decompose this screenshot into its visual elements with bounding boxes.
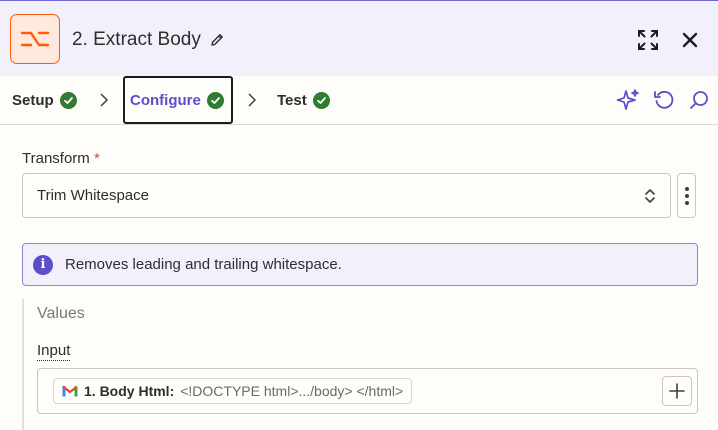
step-title-area: 2. Extract Body [72,29,225,51]
mapped-field-token[interactable]: 1. Body Html: <!DOCTYPE html>.../body> <… [53,378,413,404]
close-icon[interactable] [680,30,700,50]
transform-select-value: Trim Whitespace [37,187,149,204]
tab-configure[interactable]: Configure [130,76,224,124]
chevron-right-icon [100,93,109,107]
tab-label: Setup [12,91,54,109]
input-label: Input [37,342,71,361]
tab-label: Test [277,91,307,109]
values-section-rail [22,299,24,430]
values-section-title: Values [37,305,85,322]
info-message: Removes leading and trailing whitespace. [65,256,342,273]
tab-label: Configure [130,91,201,109]
add-value-button[interactable] [662,376,692,406]
chevron-right-icon [248,93,257,107]
gmail-icon [62,385,78,397]
info-callout: i Removes leading and trailing whitespac… [22,243,698,286]
check-circle-icon [59,91,77,109]
tab-test[interactable]: Test [277,76,330,124]
chevron-up-down-icon [645,189,655,203]
undo-icon[interactable] [651,87,677,113]
kebab-dot [684,193,689,198]
token-label: 1. Body Html: [84,383,175,399]
search-icon[interactable] [686,87,712,113]
token-value: <!DOCTYPE html>.../body> </html> [180,383,404,399]
plus-icon [669,383,685,399]
input-field[interactable]: 1. Body Html: <!DOCTYPE html>.../body> <… [37,368,698,414]
step-title: 2. Extract Body [72,29,201,50]
expand-icon[interactable] [636,28,660,52]
check-circle-icon [312,91,330,109]
tab-setup[interactable]: Setup [12,76,77,124]
kebab-dot [684,200,689,205]
kebab-dot [684,186,689,191]
required-mark: * [93,150,100,167]
transform-select[interactable]: Trim Whitespace [22,173,671,218]
check-circle-icon [206,91,224,109]
transform-label: Transform * [22,150,100,167]
field-options-button[interactable] [677,173,696,218]
formatter-app-icon [10,14,60,64]
info-icon: i [33,254,53,275]
sparkle-icon[interactable] [615,87,641,113]
transform-label-text: Transform [22,150,90,167]
step-tabs: Setup Configure Test [0,76,718,125]
pencil-icon[interactable] [209,32,225,48]
step-header: 2. Extract Body [0,0,718,76]
